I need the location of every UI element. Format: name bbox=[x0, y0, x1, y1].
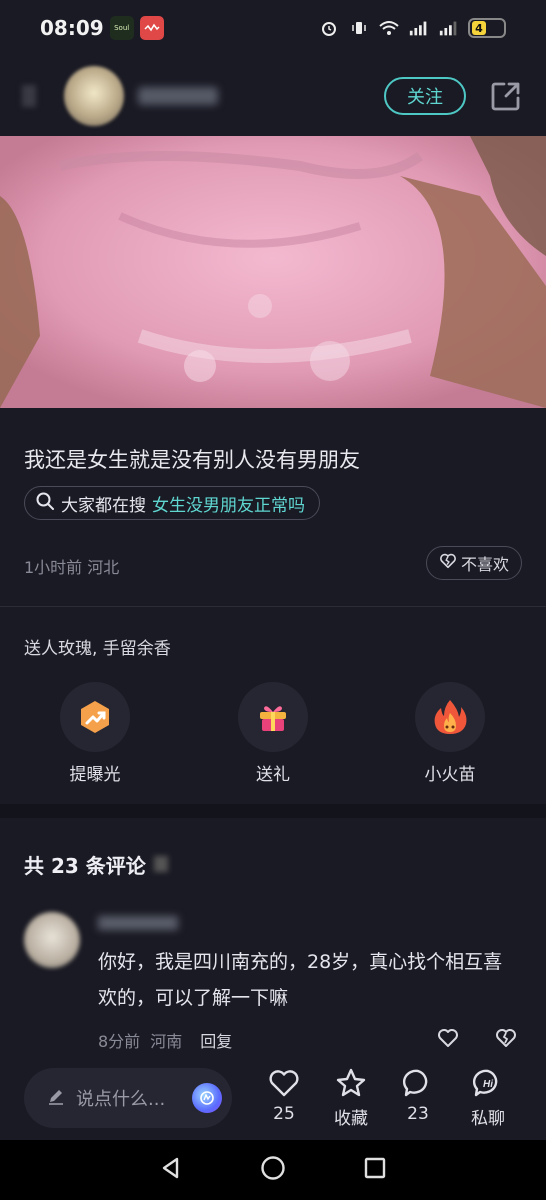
svg-text:Hi: Hi bbox=[483, 1079, 493, 1090]
hi-chat-icon: Hi bbox=[472, 1069, 498, 1097]
boost-icon bbox=[60, 682, 130, 752]
star-icon bbox=[336, 1068, 366, 1097]
comment-bubble-icon bbox=[402, 1069, 428, 1097]
wifi-icon bbox=[378, 19, 400, 37]
music-app-icon bbox=[139, 16, 164, 40]
author-avatar[interactable] bbox=[64, 66, 124, 126]
action-bar: 说点什么... 25 收藏 23 Hi 私聊 bbox=[0, 1056, 546, 1140]
reply-button[interactable]: 回复 bbox=[200, 1028, 232, 1052]
boost-button[interactable]: 提曝光 bbox=[35, 682, 155, 785]
heart-icon bbox=[269, 1070, 299, 1097]
message-label: 私聊 bbox=[471, 1109, 505, 1129]
back-triangle-icon[interactable] bbox=[158, 1155, 184, 1185]
section-separator bbox=[0, 804, 546, 818]
comment-count: 23 bbox=[407, 1104, 429, 1124]
recents-square-icon[interactable] bbox=[362, 1155, 388, 1185]
post-meta: 1小时前 河北 bbox=[24, 558, 120, 577]
signal-5g-icon bbox=[408, 19, 430, 37]
home-circle-icon[interactable] bbox=[259, 1154, 287, 1186]
commenter-avatar[interactable] bbox=[24, 912, 80, 968]
flame-icon bbox=[415, 682, 485, 752]
alarm-icon bbox=[318, 19, 340, 37]
related-search-chip[interactable]: 大家都在搜 女生没男朋友正常吗 bbox=[24, 486, 320, 520]
post-header: 关注 bbox=[0, 56, 546, 136]
battery-level: 4 bbox=[472, 21, 486, 35]
send-gift-label: 送礼 bbox=[256, 765, 290, 785]
comment-location: 河南 bbox=[150, 1032, 183, 1051]
broken-heart-icon bbox=[439, 552, 457, 574]
like-count: 25 bbox=[273, 1104, 295, 1124]
share-icon[interactable] bbox=[488, 78, 524, 114]
comment-text: 你好，我是四川南充的，28岁，真心找个相互喜欢的，可以了解一下嘛 bbox=[98, 951, 503, 1009]
author-name[interactable] bbox=[138, 87, 218, 105]
battery-icon: 4 bbox=[468, 18, 506, 38]
dislike-button[interactable]: 不喜欢 bbox=[425, 546, 522, 580]
vibrate-icon bbox=[348, 19, 370, 37]
like-button[interactable]: 25 bbox=[252, 1066, 316, 1124]
favorite-label: 收藏 bbox=[334, 1109, 368, 1129]
boost-label: 提曝光 bbox=[69, 765, 121, 785]
pencil-icon bbox=[46, 1086, 66, 1110]
private-message-button[interactable]: Hi 私聊 bbox=[456, 1066, 520, 1129]
soul-app-icon: Soul bbox=[109, 16, 134, 40]
gift-caption: 送人玫瑰, 手留余香 bbox=[24, 639, 171, 659]
sort-toggle[interactable] bbox=[154, 856, 168, 872]
comment-like-icon[interactable] bbox=[436, 1026, 460, 1050]
ai-assistant-icon[interactable] bbox=[192, 1083, 222, 1113]
post-photo[interactable] bbox=[0, 136, 546, 408]
back-button[interactable] bbox=[22, 85, 36, 107]
search-icon bbox=[35, 491, 55, 516]
commenter-name[interactable] bbox=[98, 916, 178, 930]
favorite-button[interactable]: 收藏 bbox=[319, 1066, 383, 1129]
status-bar: 08:09 Soul 4 bbox=[0, 0, 546, 56]
comment-time: 8分前 bbox=[98, 1032, 141, 1051]
dislike-label: 不喜欢 bbox=[460, 555, 509, 574]
flame-label: 小火苗 bbox=[424, 765, 476, 785]
send-gift-button[interactable]: 送礼 bbox=[213, 682, 333, 785]
post-text: 我还是女生就是没有别人没有男朋友 bbox=[24, 448, 360, 472]
search-term: 女生没男朋友正常吗 bbox=[152, 495, 305, 516]
flame-button[interactable]: 小火苗 bbox=[390, 682, 510, 785]
comment-button[interactable]: 23 bbox=[386, 1066, 450, 1124]
comment-input-placeholder: 说点什么... bbox=[76, 1089, 166, 1110]
comment-meta: 8分前 河南 回复 bbox=[98, 1028, 232, 1052]
signal-5g-icon-2 bbox=[438, 19, 460, 37]
search-prefix: 大家都在搜 bbox=[61, 495, 146, 516]
status-time: 08:09 bbox=[40, 16, 104, 40]
gift-icon bbox=[238, 682, 308, 752]
comments-title: 共 23 条评论 bbox=[24, 854, 146, 878]
comment-dislike-icon[interactable] bbox=[494, 1026, 518, 1050]
follow-button[interactable]: 关注 bbox=[384, 77, 466, 115]
system-nav-bar bbox=[0, 1140, 546, 1200]
comment-input[interactable]: 说点什么... bbox=[24, 1068, 232, 1128]
divider bbox=[0, 606, 546, 607]
